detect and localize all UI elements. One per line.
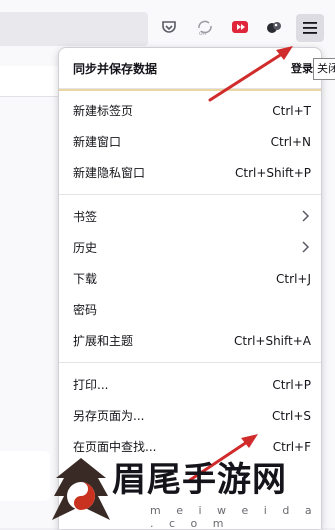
menu-item-history[interactable]: 历史 (59, 232, 321, 263)
menu-separator (59, 362, 321, 363)
shortcut-label: Ctrl+Shift+P (235, 165, 311, 180)
svg-text:on: on (199, 30, 207, 36)
close-tooltip: 关闭 (313, 58, 335, 80)
menu-item-label: 新建隐私窗口 (73, 166, 146, 180)
menu-item-label: 书签 (73, 210, 98, 224)
extension-red-icon[interactable] (229, 16, 251, 38)
menu-item-passwords[interactable]: 密码 (59, 294, 321, 325)
extension-dark-icon[interactable] (263, 16, 285, 38)
menu-item-new-private-window[interactable]: 新建隐私窗口 Ctrl+Shift+P (59, 157, 321, 188)
chevron-right-icon (301, 238, 311, 257)
shortcut-label: Ctrl+T (272, 103, 311, 118)
toolbar: on (0, 0, 335, 46)
menu-item-addons[interactable]: 扩展和主题 Ctrl+Shift+A (59, 325, 321, 356)
pocket-icon[interactable] (158, 16, 180, 38)
menu-separator (59, 194, 321, 195)
menu-item-label: 新建窗口 (73, 135, 122, 149)
login-button[interactable]: 登录 (291, 60, 313, 76)
shortcut-label: Ctrl+Shift+A (234, 333, 311, 348)
menu-item-label: 另存页面为... (73, 409, 145, 423)
menu-item-label: 打印... (73, 378, 109, 392)
watermark-logo-icon (52, 458, 110, 520)
app-menu-button[interactable] (296, 14, 324, 42)
watermark-title: 眉尾手游网 (112, 460, 287, 500)
menu-item-downloads[interactable]: 下载 Ctrl+J (59, 263, 321, 294)
menu-item-label: 下载 (73, 272, 98, 286)
menu-item-label: 新建标签页 (73, 104, 134, 118)
shortcut-label: Ctrl+P (272, 377, 311, 392)
sync-off-icon[interactable]: on (194, 16, 216, 38)
chevron-right-icon (301, 207, 311, 226)
address-bar[interactable] (0, 12, 148, 46)
shortcut-label: Ctrl+N (270, 134, 311, 149)
menu-item-label: 扩展和主题 (73, 334, 134, 348)
sync-title: 同步并保存数据 (73, 61, 158, 76)
sync-header[interactable]: 同步并保存数据 登录 (59, 48, 321, 89)
shortcut-label: Ctrl+J (276, 271, 311, 286)
menu-item-new-tab[interactable]: 新建标签页 Ctrl+T (59, 95, 321, 126)
hamburger-menu-icon (303, 22, 317, 34)
menu-item-save-page[interactable]: 另存页面为... Ctrl+S (59, 400, 321, 431)
watermark-subtitle: m e i w e i d a . c o m (150, 504, 318, 530)
watermark: 眉尾手游网 m e i w e i d a . c o m (50, 452, 335, 530)
menu-item-label: 密码 (73, 303, 98, 317)
page-strip (0, 66, 60, 97)
header-accent-line (59, 89, 321, 91)
menu-item-bookmarks[interactable]: 书签 (59, 201, 321, 232)
menu-item-label: 历史 (73, 241, 98, 255)
page-card (0, 451, 50, 501)
menu-item-new-window[interactable]: 新建窗口 Ctrl+N (59, 126, 321, 157)
shortcut-label: Ctrl+S (271, 408, 311, 423)
menu-item-print[interactable]: 打印... Ctrl+P (59, 369, 321, 400)
